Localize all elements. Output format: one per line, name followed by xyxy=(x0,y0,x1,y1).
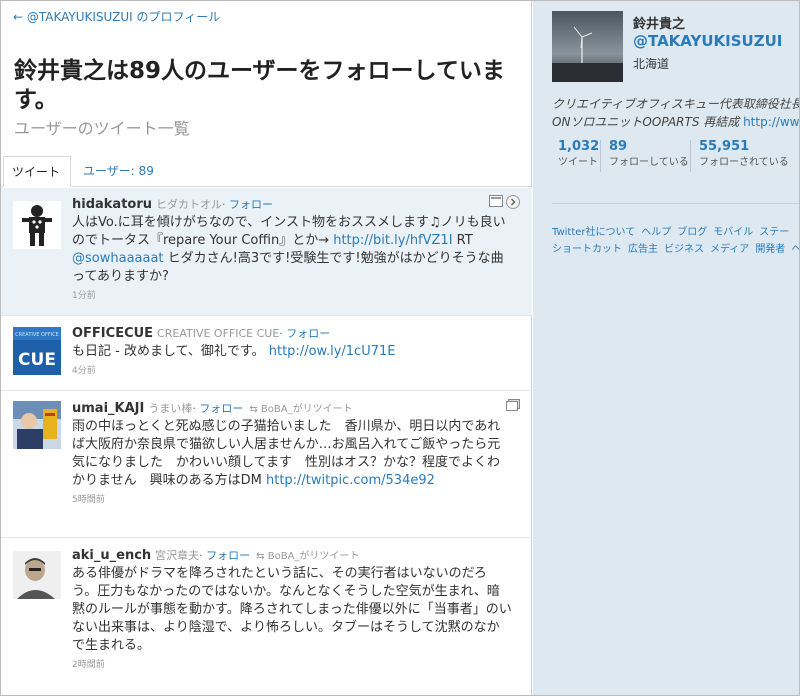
profile-avatar[interactable] xyxy=(552,11,623,82)
bio-line: ONソロユニットOOPARTS 再結成 xyxy=(552,115,744,129)
tab-users[interactable]: ユーザー: 89 xyxy=(75,156,162,187)
stat-following[interactable]: 89 フォローしている xyxy=(609,138,689,174)
stat-number: 89 xyxy=(609,139,628,154)
footer-link[interactable]: ヘ xyxy=(791,244,799,255)
footer-link[interactable]: 広告主 xyxy=(628,244,658,255)
svg-text:CREATIVE OFFICE: CREATIVE OFFICE xyxy=(15,332,59,338)
tweet-text: ある俳優がドラマを降ろされたという話に、その実行者はいないのだろう。圧力もなかっ… xyxy=(72,565,512,655)
footer-link[interactable]: ショートカット xyxy=(552,244,622,255)
tweet-text-segment: も日記 - 改めまして、御礼です。 xyxy=(72,344,269,359)
stat-number: 1,032 xyxy=(558,139,600,154)
avatar[interactable] xyxy=(13,201,61,249)
tweet-timestamp[interactable]: 2時間前 xyxy=(72,657,512,670)
avatar[interactable] xyxy=(13,401,61,449)
tweet-text: 人はVo.に耳を傾けがちなので、インスト物をおススメします♫ノリも良いのでトータ… xyxy=(72,214,512,286)
bio-link[interactable]: http://www. xyxy=(743,115,799,129)
follow-link[interactable]: · フォロー xyxy=(279,327,330,340)
back-to-profile-link[interactable]: ← @TAKAYUKISUZUI のプロフィール xyxy=(13,8,220,25)
tab-tweets[interactable]: ツイート xyxy=(3,156,71,187)
retweeted-by[interactable]: BoBA_がリツイート xyxy=(268,551,360,562)
stat-divider xyxy=(690,140,691,172)
tweet-text-segment: RT xyxy=(452,233,473,248)
follow-link[interactable]: · フォロー xyxy=(192,402,243,415)
tweet-link[interactable]: http://twitpic.com/534e92 xyxy=(266,473,435,488)
main-column: ← @TAKAYUKISUZUI のプロフィール 鈴井貴之は89人のユーザーをフ… xyxy=(1,1,532,695)
footer-link[interactable]: ヘルプ xyxy=(641,227,671,238)
bio-line: クリエイティブオフィスキュー代表取締役社長 xyxy=(552,97,800,111)
profile-name: 鈴井貴之 xyxy=(633,17,686,32)
browser-frame: ← @TAKAYUKISUZUI のプロフィール 鈴井貴之は89人のユーザーをフ… xyxy=(0,0,800,696)
tweet-username[interactable]: OFFICECUE xyxy=(72,326,153,341)
profile-stats: 1,032 ツイート 89 フォローしている 55,951 フォローされている xyxy=(552,138,799,176)
retweet-icon: ⇆ xyxy=(249,404,261,415)
tweet-username[interactable]: hidakatoru xyxy=(72,197,152,212)
footer-link[interactable]: Twitter社について xyxy=(552,227,635,238)
stat-followers[interactable]: 55,951 フォローされている xyxy=(699,138,789,174)
tab-bar: ツイート ユーザー: 89 xyxy=(1,156,532,187)
stat-number: 55,951 xyxy=(699,139,750,154)
stat-label: フォローされている xyxy=(699,157,789,168)
page-title: 鈴井貴之は89人のユーザーをフォローしています。 xyxy=(14,58,505,113)
svg-text:CUE: CUE xyxy=(18,350,56,370)
tweet-username[interactable]: aki_u_ench xyxy=(72,548,151,563)
profile-sidebar: 鈴井貴之 @TAKAYUKISUZUI 北海道 クリエイティブオフィスキュー代表… xyxy=(533,1,800,695)
tweet-timestamp[interactable]: 5時間前 xyxy=(72,492,512,505)
footer-link[interactable]: ステー xyxy=(759,227,789,238)
footer-link[interactable]: ビジネス xyxy=(664,244,704,255)
tweet-display-name: CREATIVE OFFICE CUE xyxy=(157,327,280,340)
page-subtitle: ユーザーのツイート一覧 xyxy=(14,119,190,138)
tweet-item[interactable]: hidakatoru ヒダカトオル· フォロー 人はVo.に耳を傾けがちなので、イ… xyxy=(1,188,532,316)
tweet-text-segment: ある俳優がドラマを降ろされたという話に、その実行者はいないのだろう。圧力もなかっ… xyxy=(72,566,512,653)
follow-link[interactable]: · フォロー xyxy=(199,549,250,562)
footer-links: ショートカット広告主ビジネスメディア開発者ヘ xyxy=(552,240,799,255)
tweet-text: も日記 - 改めまして、御礼です。 http://ow.ly/1cU71E xyxy=(72,343,512,361)
profile-location: 北海道 xyxy=(633,57,670,71)
tweet-item[interactable]: umai_KAJI うまい棒· フォロー ⇆ BoBA_がリツイート 雨の中ほっとく… xyxy=(1,392,532,538)
footer-link[interactable]: ブログ xyxy=(677,227,707,238)
tweet-display-name: ヒダカトオル xyxy=(156,198,223,211)
stat-tweets[interactable]: 1,032 ツイート xyxy=(558,138,599,174)
tweet-item[interactable]: CREATIVE OFFICE CUE OFFICECUE CREATIVE OF… xyxy=(1,317,532,391)
stat-divider xyxy=(600,140,601,172)
footer-link[interactable]: 開発者 xyxy=(755,244,785,255)
stat-label: ツイート xyxy=(558,157,598,168)
footer-link[interactable]: モバイル xyxy=(713,227,753,238)
tweet-display-name: うまい棒 xyxy=(148,402,193,415)
tweet-link[interactable]: http://ow.ly/1cU71E xyxy=(269,344,396,359)
avatar[interactable]: CREATIVE OFFICE CUE xyxy=(13,327,61,375)
footer-link[interactable]: メディア xyxy=(710,244,749,255)
sidebar-divider xyxy=(552,203,799,204)
avatar[interactable] xyxy=(13,551,61,599)
profile-handle[interactable]: @TAKAYUKISUZUI xyxy=(633,32,782,50)
tweet-username[interactable]: umai_KAJI xyxy=(72,401,144,416)
tweet-text: 雨の中ほっとくと死ぬ感じの子猫拾いました 香川県か、明日以内であれば大阪府か奈良… xyxy=(72,418,512,490)
follow-link[interactable]: · フォロー xyxy=(222,198,273,211)
retweeted-by[interactable]: BoBA_がリツイート xyxy=(261,404,353,415)
tweet-link[interactable]: http://bit.ly/hfVZ1I xyxy=(333,233,452,248)
tweet-display-name: 宮沢章夫 xyxy=(155,549,200,562)
footer-links: Twitter社について ヘルプ ブログ モバイル ステー xyxy=(552,223,799,238)
profile-bio: クリエイティブオフィスキュー代表取締役社長 ONソロユニットOOPARTS 再結… xyxy=(552,95,800,131)
retweet-icon: ⇆ xyxy=(256,551,268,562)
tweet-item[interactable]: aki_u_ench 宮沢章夫· フォロー ⇆ BoBA_がリツイート ある俳優がド… xyxy=(1,539,532,695)
tweet-timestamp[interactable]: 1分前 xyxy=(72,288,512,301)
tweet-timestamp[interactable]: 4分前 xyxy=(72,363,512,376)
stat-label: フォローしている xyxy=(609,157,689,168)
mention-link[interactable]: @sowhaaaaat xyxy=(72,251,164,266)
